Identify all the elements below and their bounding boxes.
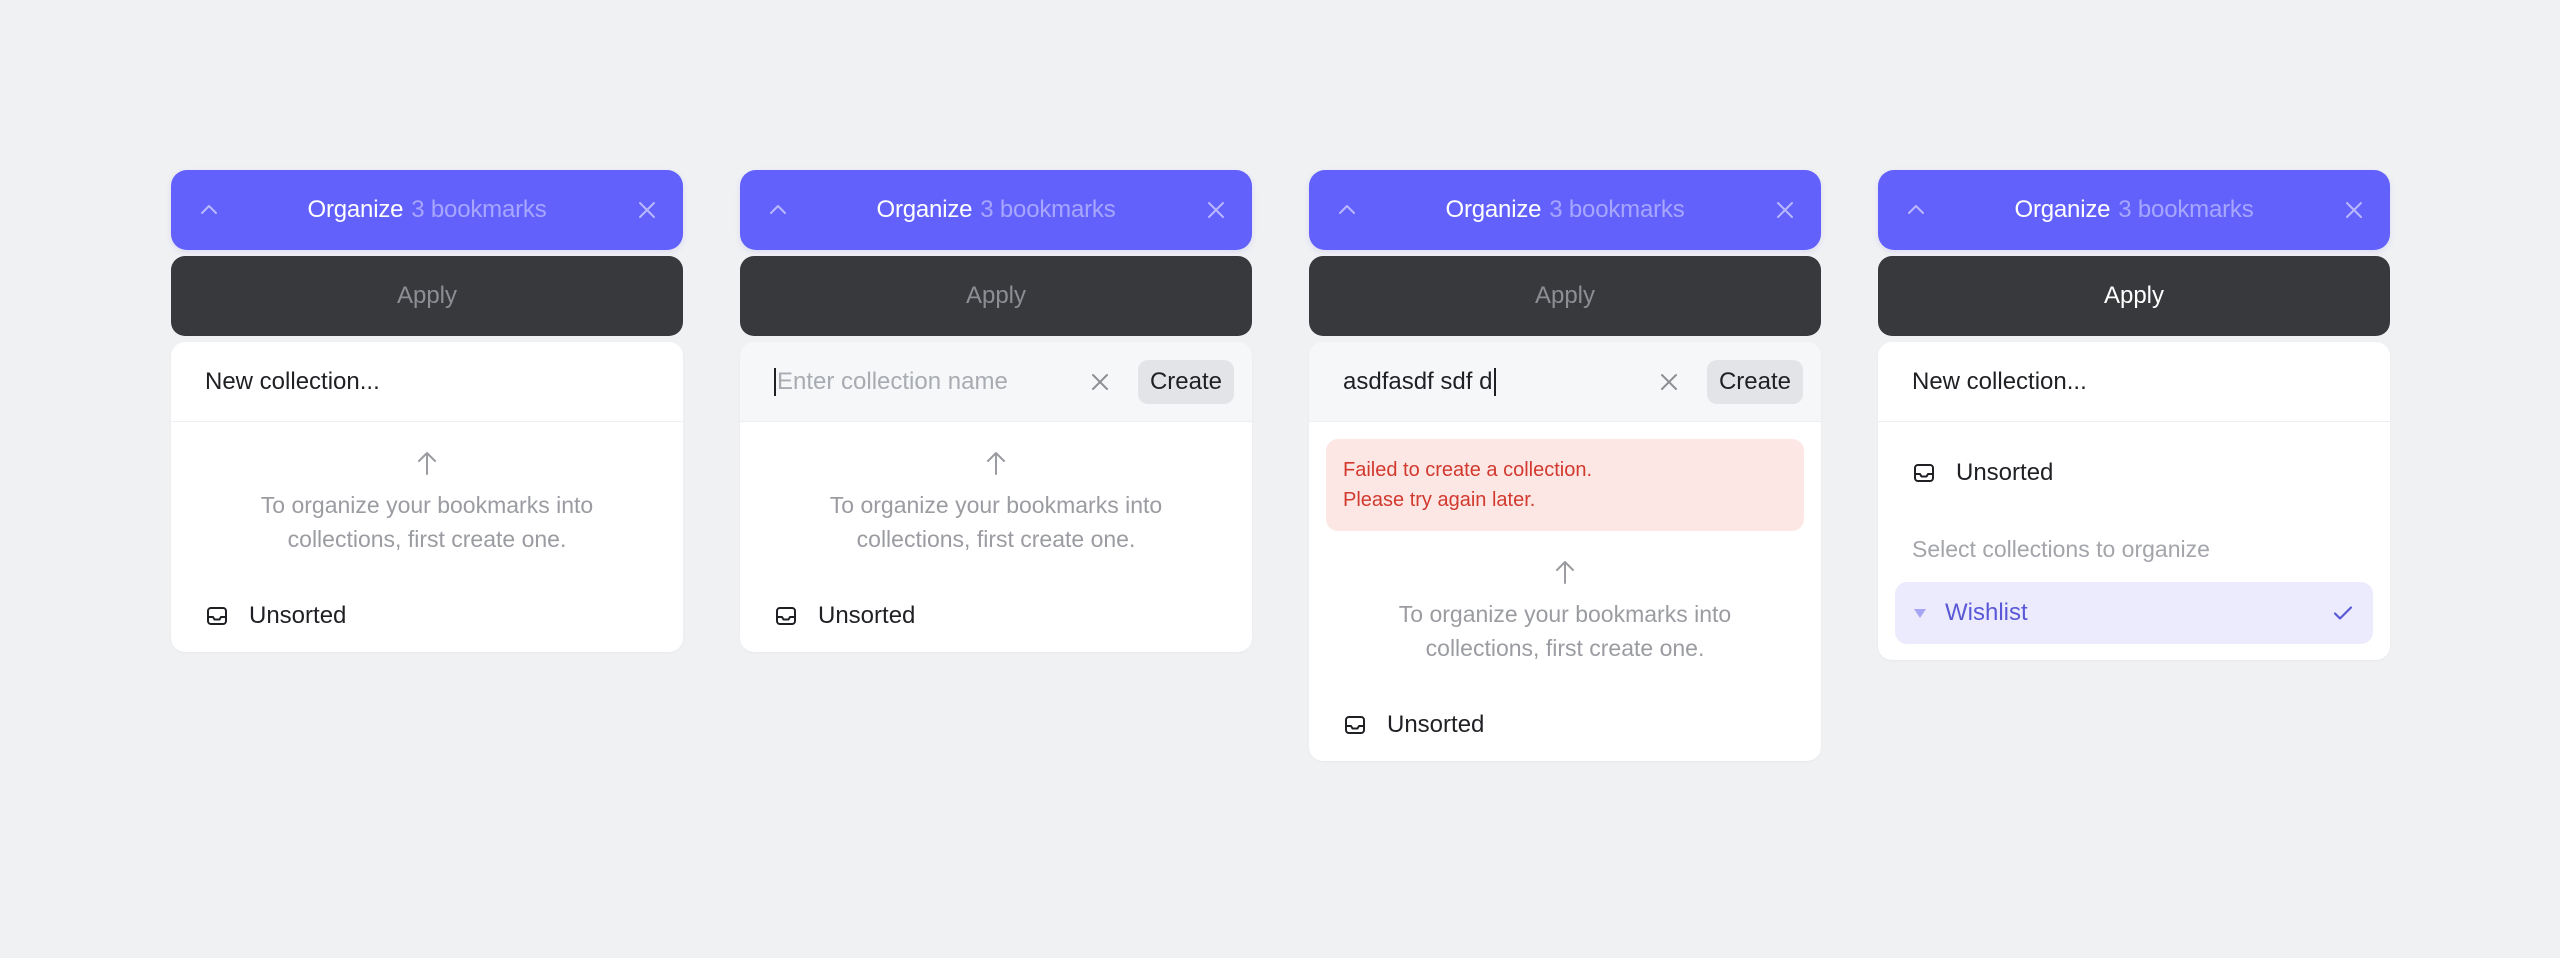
organize-panel-collections: Organize 3 bookmarks Apply New collectio… xyxy=(1878,170,2390,660)
close-icon[interactable] xyxy=(2342,198,2366,222)
new-collection-item[interactable]: New collection... xyxy=(171,342,683,422)
unsorted-item[interactable]: Unsorted xyxy=(1309,689,1821,761)
text-caret xyxy=(774,367,776,396)
hint-text: To organize your bookmarks into collecti… xyxy=(829,492,1163,552)
inbox-icon xyxy=(776,607,796,625)
header-count: 3 bookmarks xyxy=(980,196,1116,223)
organize-panel-error: Organize 3 bookmarks Apply asdfasdf sdf … xyxy=(1309,170,1821,761)
empty-hint: To organize your bookmarks into collecti… xyxy=(171,422,683,580)
clear-input-icon[interactable] xyxy=(1088,370,1112,394)
check-icon xyxy=(2333,606,2353,620)
collection-label: Wishlist xyxy=(1945,599,2028,626)
collection-name-row: asdfasdf sdf d Create xyxy=(1309,342,1821,422)
organize-header: Organize 3 bookmarks xyxy=(171,170,683,250)
collections-card: New collection... To organize your bookm… xyxy=(171,342,683,652)
organize-header: Organize 3 bookmarks xyxy=(1309,170,1821,250)
organize-panel-input: Organize 3 bookmarks Apply Enter collect… xyxy=(740,170,1252,652)
header-title: Organize xyxy=(2014,196,2111,223)
inbox-icon xyxy=(207,607,227,625)
chevron-up-icon[interactable] xyxy=(197,198,221,222)
collections-card: Enter collection name Create To organize… xyxy=(740,342,1252,652)
unsorted-label: Unsorted xyxy=(1387,711,1485,738)
organize-header: Organize 3 bookmarks xyxy=(1878,170,2390,250)
empty-hint: To organize your bookmarks into collecti… xyxy=(740,422,1252,580)
header-count: 3 bookmarks xyxy=(1549,196,1685,223)
apply-button[interactable]: Apply xyxy=(740,256,1252,336)
input-value: asdfasdf sdf d xyxy=(1343,367,1493,395)
clear-input-icon[interactable] xyxy=(1657,370,1681,394)
hint-text: To organize your bookmarks into collecti… xyxy=(1398,601,1732,661)
unsorted-label: Unsorted xyxy=(1956,459,2054,486)
collection-item-wishlist[interactable]: Wishlist xyxy=(1895,582,2373,644)
unsorted-item[interactable]: Unsorted xyxy=(171,580,683,652)
empty-hint: To organize your bookmarks into collecti… xyxy=(1309,531,1821,689)
chevron-up-icon[interactable] xyxy=(1904,198,1928,222)
triangle-down-icon xyxy=(1914,609,1926,618)
collections-card: New collection... Unsorted Select collec… xyxy=(1878,342,2390,660)
close-icon[interactable] xyxy=(1773,198,1797,222)
collection-name-input[interactable]: Enter collection name xyxy=(774,367,1088,396)
unsorted-item[interactable]: Unsorted xyxy=(1878,432,2390,514)
error-message: Failed to create a collection. Please tr… xyxy=(1326,439,1804,531)
collections-card: asdfasdf sdf d Create Failed to create a… xyxy=(1309,342,1821,761)
header-title: Organize xyxy=(307,196,404,223)
close-icon[interactable] xyxy=(635,198,659,222)
header-count: 3 bookmarks xyxy=(411,196,547,223)
create-button[interactable]: Create xyxy=(1706,359,1803,404)
inbox-icon xyxy=(1345,716,1365,734)
arrow-up-icon xyxy=(987,452,1005,475)
hint-text: To organize your bookmarks into collecti… xyxy=(260,492,594,552)
input-placeholder: Enter collection name xyxy=(777,367,1008,395)
chevron-up-icon[interactable] xyxy=(1335,198,1359,222)
chevron-up-icon[interactable] xyxy=(766,198,790,222)
header-title: Organize xyxy=(1445,196,1542,223)
unsorted-label: Unsorted xyxy=(249,602,347,629)
arrow-up-icon xyxy=(1556,561,1574,584)
unsorted-item[interactable]: Unsorted xyxy=(740,580,1252,652)
new-collection-item[interactable]: New collection... xyxy=(1878,342,2390,422)
header-title: Organize xyxy=(876,196,973,223)
apply-button[interactable]: Apply xyxy=(171,256,683,336)
header-count: 3 bookmarks xyxy=(2118,196,2254,223)
arrow-up-icon xyxy=(418,452,436,475)
close-icon[interactable] xyxy=(1204,198,1228,222)
organize-header: Organize 3 bookmarks xyxy=(740,170,1252,250)
text-caret xyxy=(1494,367,1497,396)
select-collections-label: Select collections to organize xyxy=(1912,536,2210,562)
inbox-icon xyxy=(1914,464,1934,482)
collection-name-input[interactable]: asdfasdf sdf d xyxy=(1343,367,1657,396)
create-button[interactable]: Create xyxy=(1137,359,1234,404)
organize-panel-default: Organize 3 bookmarks Apply New collectio… xyxy=(171,170,683,652)
unsorted-label: Unsorted xyxy=(818,602,916,629)
collection-name-row: Enter collection name Create xyxy=(740,342,1252,422)
apply-button[interactable]: Apply xyxy=(1878,256,2390,336)
apply-button[interactable]: Apply xyxy=(1309,256,1821,336)
